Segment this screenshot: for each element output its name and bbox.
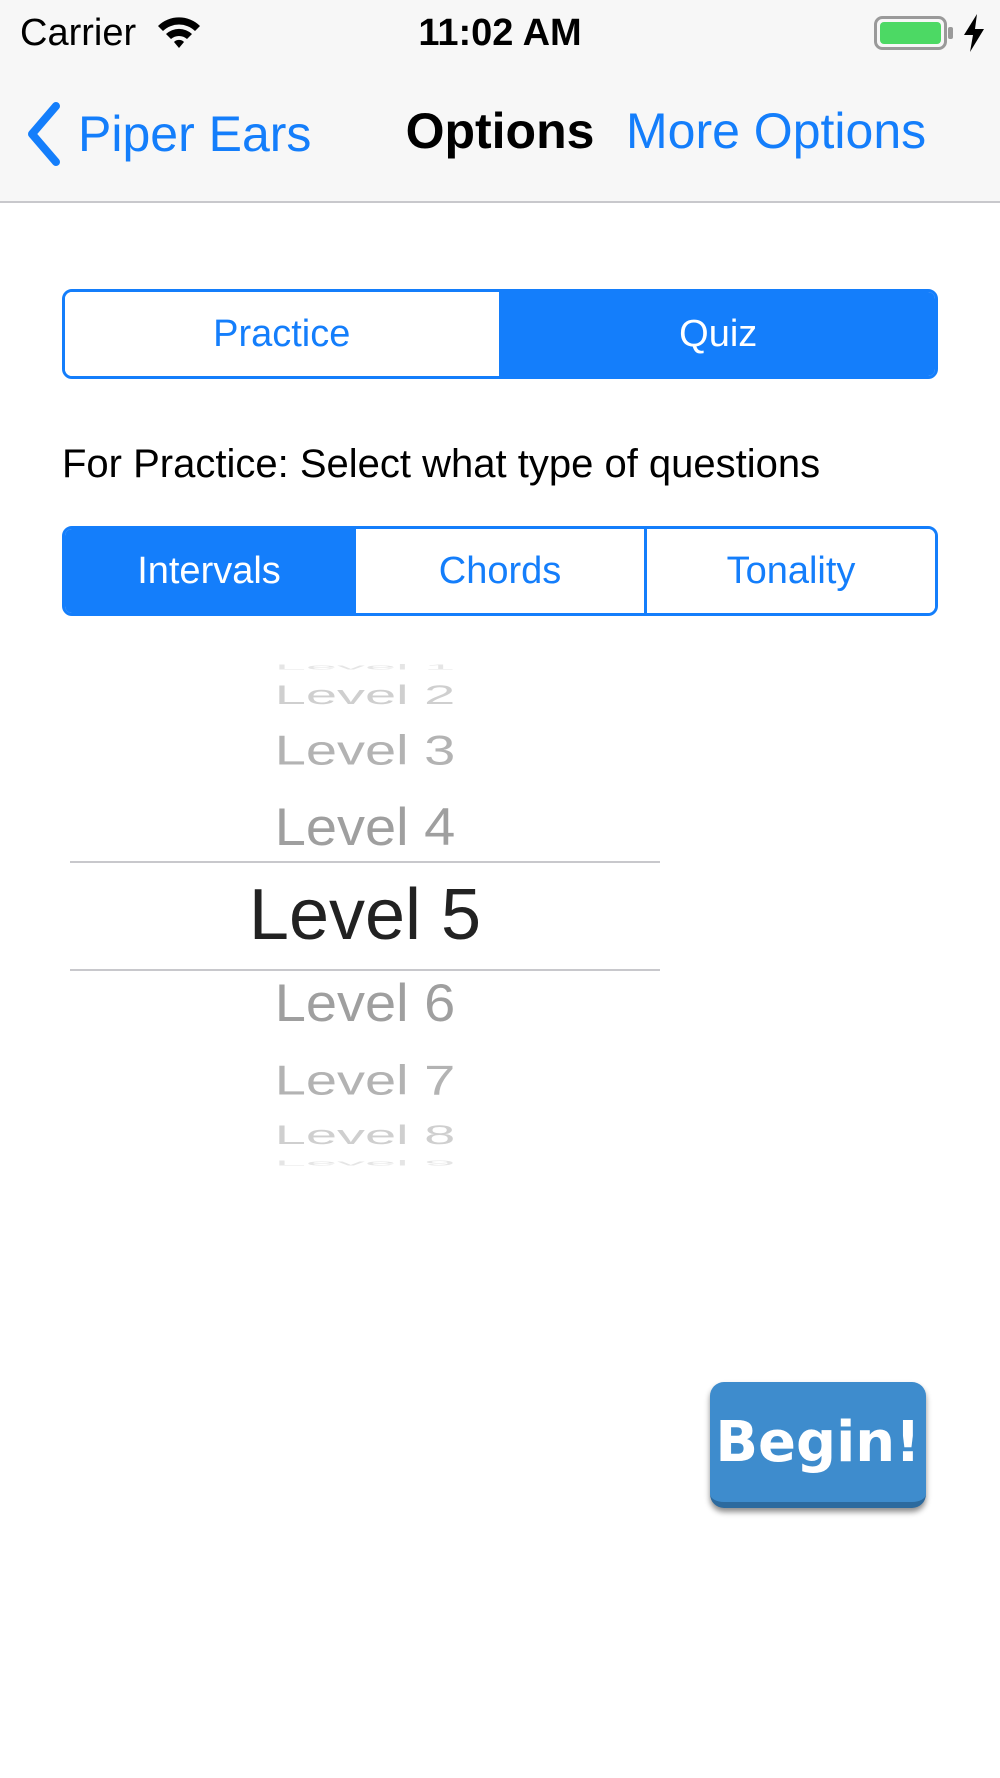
status-time: 11:02 AM [418, 12, 582, 54]
chevron-left-icon [28, 102, 60, 166]
picker-option[interactable]: Level 9 [70, 1159, 660, 1166]
picker-option[interactable]: Level 5 [70, 879, 660, 951]
segment-practice[interactable]: Practice [65, 292, 499, 376]
back-button-label: Piper Ears [78, 106, 312, 162]
picker-option[interactable]: Level 1 [70, 663, 660, 671]
picker-selection-line-top [70, 861, 660, 863]
page-title: Options [405, 103, 595, 159]
segment-tonality[interactable]: Tonality [644, 529, 935, 613]
begin-button[interactable]: Begin! [710, 1382, 926, 1508]
segment-intervals[interactable]: Intervals [65, 529, 353, 613]
question-type-prompt: For Practice: Select what type of questi… [62, 442, 821, 486]
more-options-button[interactable]: More Options [626, 102, 926, 160]
status-bar: Carrier 11:02 AM [0, 0, 1000, 66]
picker-option[interactable]: Level 7 [70, 1058, 660, 1101]
level-picker[interactable]: Level 1 Level 2 Level 3 Level 4 Level 5 Level… [70, 640, 660, 1195]
mode-segmented-control: Practice Quiz [62, 289, 938, 379]
segment-quiz[interactable]: Quiz [498, 292, 935, 376]
picker-option[interactable]: Level 3 [70, 729, 660, 771]
charging-bolt-icon [964, 14, 984, 52]
picker-selection-line-bottom [70, 969, 660, 971]
picker-option[interactable]: Level 4 [70, 800, 660, 853]
navigation-bar: Piper Ears Options More Options [0, 66, 1000, 203]
back-button[interactable]: Piper Ears [24, 94, 311, 174]
question-type-segmented-control: Intervals Chords Tonality [62, 526, 938, 616]
battery-icon [874, 16, 953, 50]
picker-option[interactable]: Level 6 [70, 976, 660, 1029]
picker-option[interactable]: Level 8 [70, 1122, 660, 1148]
segment-chords[interactable]: Chords [353, 529, 644, 613]
picker-option[interactable]: Level 2 [70, 681, 660, 707]
